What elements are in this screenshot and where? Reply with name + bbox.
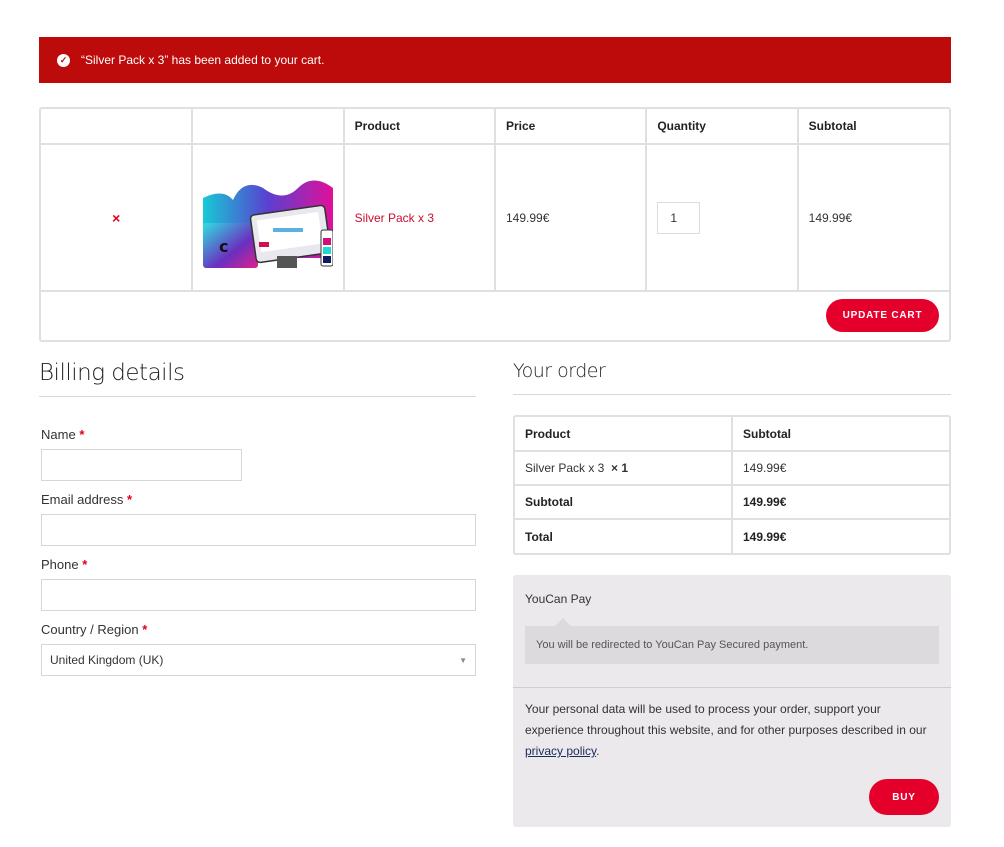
payment-method-label[interactable]: YouCan Pay: [525, 592, 591, 606]
privacy-notice: Your personal data will be used to proce…: [525, 699, 939, 762]
buy-button[interactable]: BUY: [869, 779, 939, 815]
cart-header-row: Product Price Quantity Subtotal: [41, 109, 949, 145]
order-total-row: Total 149.99€: [515, 518, 949, 553]
payment-section: YouCan Pay You will be redirected to You…: [513, 575, 951, 827]
cart-table: Product Price Quantity Subtotal × c Silv…: [39, 107, 951, 342]
header-product: Product: [342, 109, 496, 145]
chevron-down-icon[interactable]: ▼: [459, 656, 467, 665]
quantity-input[interactable]: 1: [657, 201, 701, 234]
order-subtotal-value: 149.99€: [731, 484, 949, 520]
subtotal-cell: 149.99€: [796, 143, 949, 292]
country-select[interactable]: United Kingdom (UK) ▼: [41, 644, 476, 676]
order-header-product: Product: [515, 417, 733, 452]
update-cart-button[interactable]: UPDATE CART: [826, 299, 939, 332]
order-header-subtotal: Subtotal: [731, 417, 949, 452]
product-thumbnail-cell: c: [191, 143, 345, 292]
order-item-name: Silver Pack x 3: [525, 461, 605, 475]
payment-method-description: You will be redirected to YouCan Pay Sec…: [525, 618, 939, 664]
order-line-item: Silver Pack x 3 × 1 149.99€: [515, 450, 949, 486]
name-label: Name *: [41, 427, 476, 442]
order-subtotal-label: Subtotal: [515, 484, 733, 520]
price-cell: 149.99€: [493, 143, 648, 292]
cart-notice: ✓ “Silver Pack x 3” has been added to yo…: [39, 37, 951, 83]
remove-icon[interactable]: ×: [112, 210, 120, 226]
remove-item-button[interactable]: ×: [41, 143, 194, 292]
product-thumbnail[interactable]: c: [203, 168, 334, 268]
order-header-row: Product Subtotal: [515, 417, 949, 452]
order-total-value: 149.99€: [731, 518, 949, 553]
header-thumbnail: [191, 109, 345, 145]
svg-text:c: c: [219, 237, 228, 256]
privacy-text: Your personal data will be used to proce…: [525, 702, 927, 737]
privacy-policy-link[interactable]: privacy policy: [525, 744, 596, 758]
cart-actions: UPDATE CART: [41, 292, 949, 340]
header-quantity: Quantity: [645, 109, 799, 145]
your-order-section: Your order Product Subtotal Silver Pack …: [513, 360, 951, 555]
phone-field[interactable]: [41, 579, 476, 611]
privacy-text-end: .: [596, 744, 600, 758]
order-total-label: Total: [515, 518, 733, 553]
notice-message: “Silver Pack x 3” has been added to your…: [81, 53, 325, 67]
required-mark: *: [82, 557, 88, 572]
header-remove: [41, 109, 194, 145]
name-label-text: Name: [41, 427, 76, 442]
check-circle-icon: ✓: [57, 53, 70, 67]
billing-title: Billing details: [39, 360, 476, 397]
country-label: Country / Region *: [41, 622, 476, 637]
header-price: Price: [493, 109, 648, 145]
order-review-table: Product Subtotal Silver Pack x 3 × 1 149…: [513, 415, 951, 555]
required-mark: *: [142, 622, 148, 637]
order-item-qty: × 1: [611, 461, 629, 475]
cart-item-row: × c Silver Pack x 3 149.99€ 1 149.99€: [41, 143, 949, 292]
header-subtotal: Subtotal: [796, 109, 949, 145]
order-item-subtotal: 149.99€: [731, 450, 949, 486]
name-field[interactable]: [41, 449, 242, 481]
order-item-name-cell: Silver Pack x 3 × 1: [515, 450, 733, 486]
phone-label-text: Phone: [41, 557, 79, 572]
order-title: Your order: [513, 360, 951, 395]
billing-details-section: Billing details Name * Email address * P…: [39, 360, 476, 676]
product-name-cell: Silver Pack x 3: [342, 143, 496, 292]
email-label: Email address *: [41, 492, 476, 507]
country-selected-value: United Kingdom (UK): [50, 653, 164, 667]
divider: [513, 687, 951, 688]
email-field[interactable]: [41, 514, 476, 546]
phone-label: Phone *: [41, 557, 476, 572]
country-label-text: Country / Region: [41, 622, 139, 637]
product-link[interactable]: Silver Pack x 3: [355, 211, 434, 225]
quantity-cell: 1: [645, 143, 799, 292]
email-label-text: Email address: [41, 492, 124, 507]
order-subtotal-row: Subtotal 149.99€: [515, 484, 949, 520]
required-mark: *: [79, 427, 85, 442]
required-mark: *: [127, 492, 133, 507]
